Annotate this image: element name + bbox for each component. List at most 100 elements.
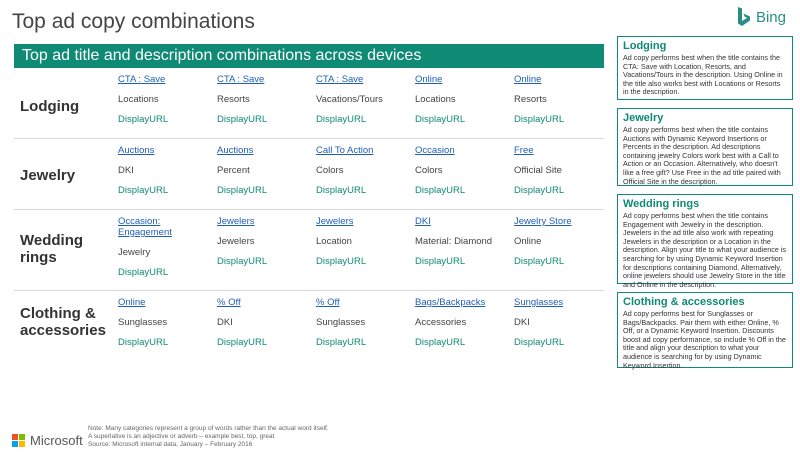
insight-heading: Jewelry [623,112,664,124]
ad-title-link[interactable]: % Off [316,297,412,308]
display-url: DisplayURL [118,337,169,348]
footnote-2: A superlative is an adjective or adverb … [88,433,275,440]
combination-column: % Off DKI DisplayURL [217,297,313,357]
bing-logo-icon [737,7,750,26]
combination-column: CTA : Save Resorts DisplayURL [217,74,313,134]
ad-title-link[interactable]: Free [514,145,610,156]
combination-column: Occasion: Engagement Jewelry DisplayURL [118,216,214,287]
combination-column: Occasion Colors DisplayURL [415,145,511,205]
ad-title-link[interactable]: Occasion [415,145,511,156]
category-row: Wedding rings Occasion: Engagement Jewelry… [14,210,604,291]
display-url: DisplayURL [118,267,169,278]
display-url: DisplayURL [217,256,268,267]
insight-text: Ad copy performs best for Sunglasses or … [623,309,786,370]
display-url: DisplayURL [217,185,268,196]
ad-description: Locations [415,94,456,105]
combination-column: Sunglasses DKI DisplayURL [514,297,610,357]
page-title: Top ad copy combinations [12,10,255,33]
ad-title-link[interactable]: Online [118,297,214,308]
ad-description: Official Site [514,165,562,176]
display-url: DisplayURL [217,114,268,125]
ad-description: Vacations/Tours [316,94,383,105]
ad-description: Location [316,236,352,247]
display-url: DisplayURL [118,114,169,125]
display-url: DisplayURL [316,185,367,196]
combination-column: Online Resorts DisplayURL [514,74,610,134]
microsoft-logo: Microsoft [12,433,83,448]
ad-description: Jewelry [118,247,151,258]
ad-title-link[interactable]: Jewelers [217,216,313,227]
combination-column: Free Official Site DisplayURL [514,145,610,205]
ad-title-link[interactable]: Auctions [118,145,214,156]
category-label: Lodging [20,98,80,115]
category-label: Clothing & accessories [20,305,106,339]
section-banner: Top ad title and description combination… [14,44,604,68]
insight-card: Lodging Ad copy performs best when the ti… [617,36,793,100]
ad-title-link[interactable]: Online [514,74,610,85]
insight-text: Ad copy performs best when the title con… [623,211,787,289]
ad-description: Sunglasses [316,317,366,328]
ad-title-link[interactable]: Bags/Backpacks [415,297,511,308]
insight-text: Ad copy performs best when the title con… [623,53,783,97]
bing-logo: Bing [736,6,786,28]
ad-description: Online [514,236,542,247]
category-label: Jewelry [20,167,76,184]
microsoft-logo-icon [12,434,25,447]
combination-column: Auctions Percent DisplayURL [217,145,313,205]
ad-description: Resorts [217,94,250,105]
bing-wordmark: Bing [755,8,786,26]
display-url: DisplayURL [514,256,565,267]
insight-card: Wedding rings Ad copy performs best when … [617,194,793,289]
combination-column: Online Sunglasses DisplayURL [118,297,214,357]
ad-title-link[interactable]: % Off [217,297,313,308]
insight-card: Clothing & accessories Ad copy performs b… [617,292,793,370]
ad-title-link[interactable]: Occasion: Engagement [118,216,214,238]
footnote-1: Note: Many categories represent a group … [88,425,329,432]
ad-title-link[interactable]: CTA : Save [217,74,313,85]
ad-description: Sunglasses [118,317,168,328]
display-url: DisplayURL [118,185,169,196]
ad-title-link[interactable]: CTA : Save [118,74,214,85]
display-url: DisplayURL [316,256,367,267]
ad-title-link[interactable]: Online [415,74,511,85]
combination-column: Auctions DKI DisplayURL [118,145,214,205]
ad-description: Accessories [415,317,467,328]
ad-title-link[interactable]: Sunglasses [514,297,610,308]
combination-column: Online Locations DisplayURL [415,74,511,134]
display-url: DisplayURL [514,337,565,348]
insight-text: Ad copy performs best when the title con… [623,125,781,186]
combination-column: Call To Action Colors DisplayURL [316,145,412,205]
ad-description: Jewelers [217,236,255,247]
insight-heading: Clothing & accessories [623,296,745,308]
ad-description: Material: Diamond [415,236,493,247]
ad-description: Percent [217,165,250,176]
ad-title-link[interactable]: DKI [415,216,511,227]
display-url: DisplayURL [514,114,565,125]
ad-description: DKI [118,165,134,176]
display-url: DisplayURL [514,185,565,196]
insight-card: Jewelry Ad copy performs best when the ti… [617,108,793,186]
ad-title-link[interactable]: Jewelry Store [514,216,610,227]
insight-heading: Lodging [623,40,667,52]
display-url: DisplayURL [415,185,466,196]
combination-column: Jewelers Jewelers DisplayURL [217,216,313,276]
category-row: Jewelry Auctions DKI DisplayURL Auctions Perc… [14,139,604,210]
insight-heading: Wedding rings [623,198,700,210]
display-url: DisplayURL [316,114,367,125]
ad-title-link[interactable]: Auctions [217,145,313,156]
category-row: Clothing & accessories Online Sunglasses Di… [14,291,604,355]
category-label: Wedding rings [20,232,84,266]
ad-title-link[interactable]: Call To Action [316,145,412,156]
ad-title-link[interactable]: CTA : Save [316,74,412,85]
microsoft-wordmark: Microsoft [30,433,83,448]
footnote-3: Source: Microsoft internal data, January… [88,441,253,448]
ad-description: DKI [514,317,530,328]
display-url: DisplayURL [316,337,367,348]
ad-description: Locations [118,94,159,105]
ad-title-link[interactable]: Jewelers [316,216,412,227]
combination-column: CTA : Save Locations DisplayURL [118,74,214,134]
ad-description: Colors [316,165,344,176]
category-row: Lodging CTA : Save Locations DisplayURL CTA … [14,68,604,139]
footnotes: Note: Many categories represent a group … [88,425,329,449]
combination-column: Jewelry Store Online DisplayURL [514,216,610,276]
